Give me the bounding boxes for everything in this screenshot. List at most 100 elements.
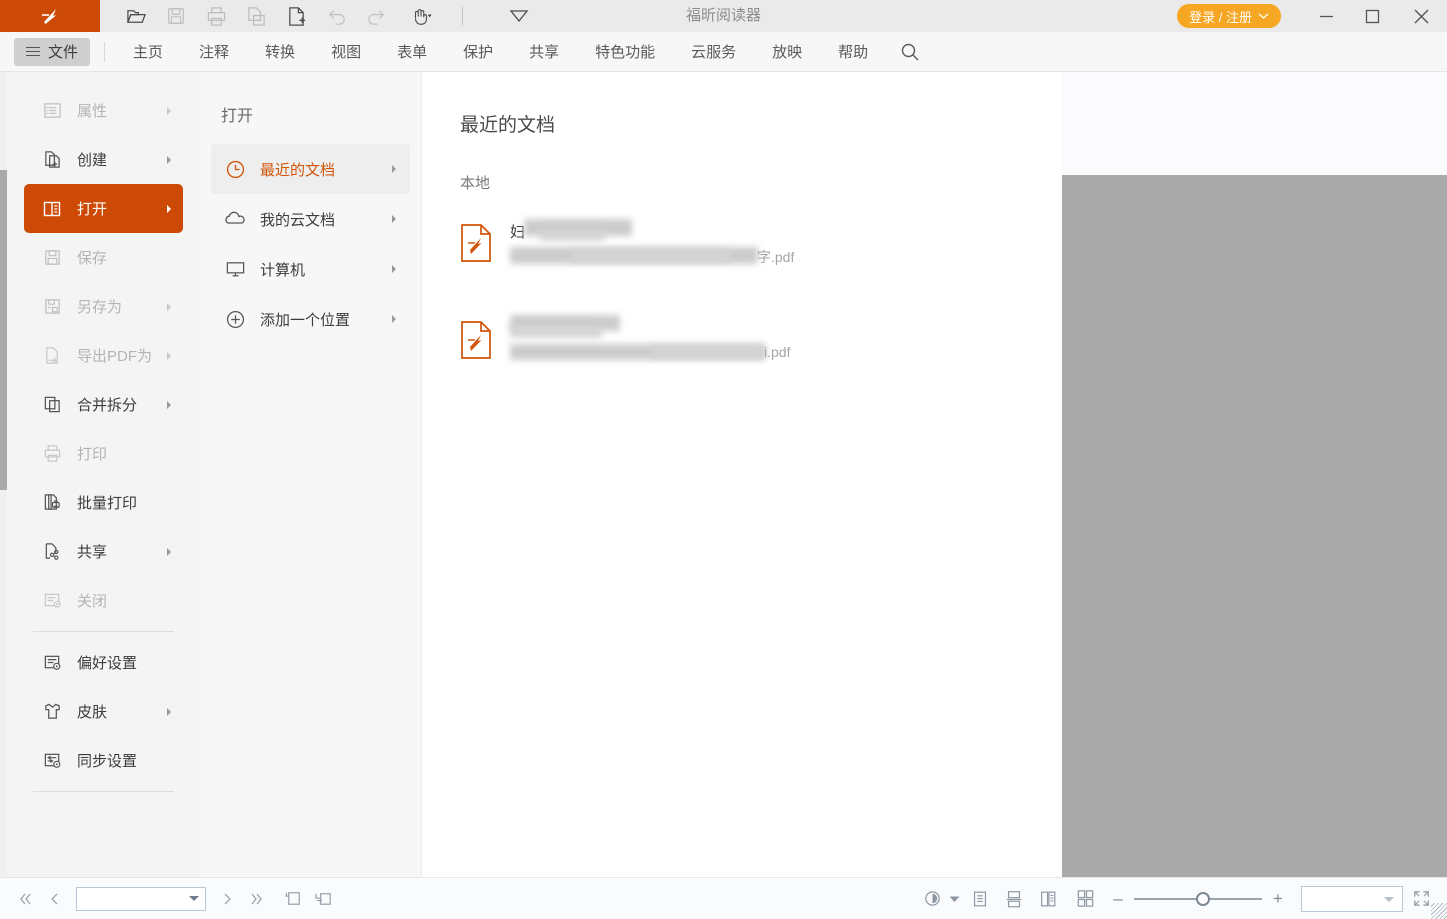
close-doc-icon [41,590,63,612]
first-page-button[interactable] [10,884,40,914]
scrollbar-thumb[interactable] [0,170,7,490]
tab-home[interactable]: 主页 [115,32,181,72]
last-page-icon [247,889,267,909]
fit-width-button[interactable] [308,884,338,914]
chevron-right-icon [167,205,171,213]
redacted-block [650,345,765,358]
zoom-out-button[interactable]: – [1111,892,1125,906]
tab-share[interactable]: 共享 [511,32,577,72]
last-page-button[interactable] [242,884,272,914]
rotate-view-dropdown[interactable] [945,884,963,914]
sidebar-divider [33,791,174,792]
save-icon[interactable] [164,4,188,28]
login-register-button[interactable]: 登录 / 注册 [1177,4,1281,28]
copy-page-icon[interactable] [244,4,268,28]
sidebar-item-open[interactable]: 打开 [24,184,183,233]
share-icon [41,541,63,563]
sidebar-item-label: 保存 [77,247,107,268]
sidebar-item-preferences[interactable]: 偏好设置 [24,638,183,687]
backstage-scrollbar[interactable] [0,72,7,877]
view-controls-group: – + [919,884,1439,914]
status-bar: – + [0,877,1447,919]
new-page-icon[interactable] [284,4,308,28]
tab-help[interactable]: 帮助 [820,32,886,72]
zoom-slider-track[interactable] [1134,898,1262,900]
recent-document-path-visible: 字.pdf [757,247,794,267]
zoom-level-combobox[interactable] [1301,886,1403,912]
zoom-slider-handle[interactable] [1196,892,1210,906]
sidebar-item-sync-settings[interactable]: 同步设置 [24,736,183,785]
recent-documents-title: 最近的文档 [460,110,1062,137]
zoom-in-button[interactable]: + [1271,892,1285,906]
page-number-input[interactable] [76,887,206,911]
sidebar-item-merge-split[interactable]: 合并拆分 [24,380,183,429]
skin-shirt-icon [41,701,63,723]
facing-continuous-layout-button[interactable] [1065,884,1105,914]
sidebar-item-share[interactable]: 共享 [24,527,183,576]
prev-page-button[interactable] [40,884,70,914]
quick-access-toolbar [100,0,531,32]
sidebar-item-label: 创建 [77,149,107,170]
open-item-label: 添加一个位置 [260,309,350,330]
open-item-my-cloud[interactable]: 我的云文档 [211,194,410,244]
open-item-add-place[interactable]: 添加一个位置 [211,294,410,344]
continuous-layout-button[interactable] [997,884,1031,914]
chevron-right-icon [167,107,171,115]
tab-features[interactable]: 特色功能 [577,32,673,72]
minimize-button[interactable] [1303,0,1349,32]
chevron-right-icon [167,156,171,164]
close-button[interactable] [1395,0,1447,32]
tab-view[interactable]: 视图 [313,32,379,72]
merge-split-icon [41,394,63,416]
sidebar-item-save-as[interactable]: 另存为 [24,282,183,331]
tab-file-label: 文件 [48,41,78,62]
tab-file[interactable]: 文件 [14,38,90,66]
sidebar-item-properties[interactable]: 属性 [24,86,183,135]
minimize-icon [1318,8,1335,25]
sidebar-item-label: 导出PDF为 [77,345,152,366]
tab-form[interactable]: 表单 [379,32,445,72]
recent-document-name-visible: 妇 [510,224,525,241]
redo-icon[interactable] [364,4,388,28]
recent-document-path: i.pdf [510,344,830,363]
open-item-recent-documents[interactable]: 最近的文档 [211,144,410,194]
print-icon[interactable] [204,4,228,28]
sidebar-item-skin[interactable]: 皮肤 [24,687,183,736]
hand-tool-icon[interactable] [404,4,438,28]
batch-print-icon [41,492,63,514]
recent-document-row[interactable]: 妇 字.pdf [460,217,1062,270]
tab-convert[interactable]: 转换 [247,32,313,72]
sidebar-item-label: 偏好设置 [77,652,137,673]
single-page-layout-icon [970,889,990,909]
fit-page-button[interactable] [278,884,308,914]
undo-icon[interactable] [324,4,348,28]
sidebar-item-print[interactable]: 打印 [24,429,183,478]
open-file-icon[interactable] [124,4,148,28]
sidebar-item-export-pdf[interactable]: 导出PDF为 [24,331,183,380]
maximize-button[interactable] [1349,0,1395,32]
facing-layout-button[interactable] [1031,884,1065,914]
customize-toolbar-icon[interactable] [507,4,531,28]
facing-continuous-layout-icon [1075,888,1096,909]
rotate-view-button[interactable] [919,884,945,914]
single-page-layout-button[interactable] [963,884,997,914]
tab-protect[interactable]: 保护 [445,32,511,72]
tab-cloud[interactable]: 云服务 [673,32,754,72]
computer-icon [223,257,247,281]
sidebar-item-close-doc[interactable]: 关闭 [24,576,183,625]
chevron-right-icon [167,708,171,716]
open-item-computer[interactable]: 计算机 [211,244,410,294]
recent-document-row[interactable]: i.pdf [460,314,1062,367]
resize-grip-icon[interactable] [1431,903,1447,919]
tab-comment[interactable]: 注释 [181,32,247,72]
next-page-button[interactable] [212,884,242,914]
recent-document-name: 妇 [510,221,660,241]
sidebar-item-create[interactable]: 创建 [24,135,183,184]
sidebar-item-label: 关闭 [77,590,107,611]
sidebar-item-save[interactable]: 保存 [24,233,183,282]
tab-present[interactable]: 放映 [754,32,820,72]
search-button[interactable] [886,32,934,72]
zoom-slider[interactable]: – + [1111,892,1285,906]
hamburger-icon [26,47,40,57]
sidebar-item-batch-print[interactable]: 批量打印 [24,478,183,527]
